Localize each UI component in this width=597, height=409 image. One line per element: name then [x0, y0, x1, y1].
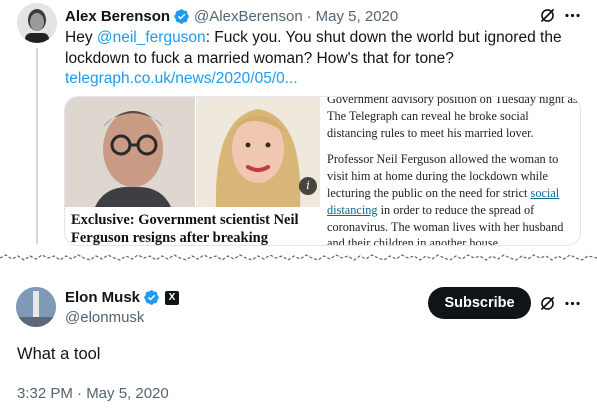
tweet-timestamp[interactable]: 3:32 PM · May 5, 2020: [17, 385, 169, 402]
separator-dot: ·: [306, 7, 312, 25]
article-paragraph: Professor Neil Ferguson allowed the woma…: [327, 151, 579, 245]
article-paragraph: Government advisory position on Tuesday …: [327, 96, 578, 140]
main-tweet-text: What a tool: [17, 345, 101, 363]
grok-icon[interactable]: [538, 294, 557, 313]
photo-man-illustration: [65, 97, 195, 207]
grok-icon[interactable]: [538, 6, 557, 25]
avatar-elon-musk[interactable]: [16, 287, 56, 327]
avatar-image: [17, 3, 57, 43]
verified-badge-icon: [174, 8, 189, 24]
paragraph-text: Professor Neil Ferguson allowed the woma…: [327, 152, 559, 200]
verified-badge-icon: [144, 290, 159, 305]
torn-edge-divider: [0, 248, 597, 268]
avatar-alex-berenson[interactable]: [17, 3, 57, 43]
article-url-link[interactable]: telegraph.co.uk/news/2020/05/0...: [65, 69, 580, 90]
thread-connector-line: [36, 48, 38, 244]
article-image-card[interactable]: i Exclusive: Government scientist Neil F…: [64, 96, 581, 246]
author-handle[interactable]: @elonmusk: [65, 309, 144, 326]
main-tweet-header: Elon Musk X: [65, 289, 180, 306]
quoted-tweet-text: Hey @neil_ferguson: Fuck you. You shut d…: [65, 28, 580, 90]
article-body: Government advisory position on Tuesday …: [327, 96, 579, 245]
mention-link[interactable]: @neil_ferguson: [97, 29, 206, 46]
article-headline: Exclusive: Government scientist Neil Fer…: [71, 212, 299, 246]
author-name[interactable]: Alex Berenson: [65, 8, 170, 25]
more-horizontal-icon[interactable]: [563, 294, 582, 313]
x-affiliate-badge-icon[interactable]: X: [165, 290, 180, 305]
subscribe-button[interactable]: Subscribe: [428, 287, 531, 319]
tweet-date[interactable]: May 5, 2020: [316, 8, 399, 25]
avatar-image: [16, 287, 56, 327]
author-name[interactable]: Elon Musk: [65, 289, 140, 306]
author-handle[interactable]: @AlexBerenson: [194, 8, 303, 25]
quoted-tweet-header: Alex Berenson @AlexBerenson · May 5, 202…: [65, 6, 398, 26]
article-photo-man: [65, 97, 195, 207]
more-horizontal-icon[interactable]: [563, 6, 582, 25]
info-icon[interactable]: i: [299, 177, 317, 195]
text-segment: Hey: [65, 29, 97, 46]
